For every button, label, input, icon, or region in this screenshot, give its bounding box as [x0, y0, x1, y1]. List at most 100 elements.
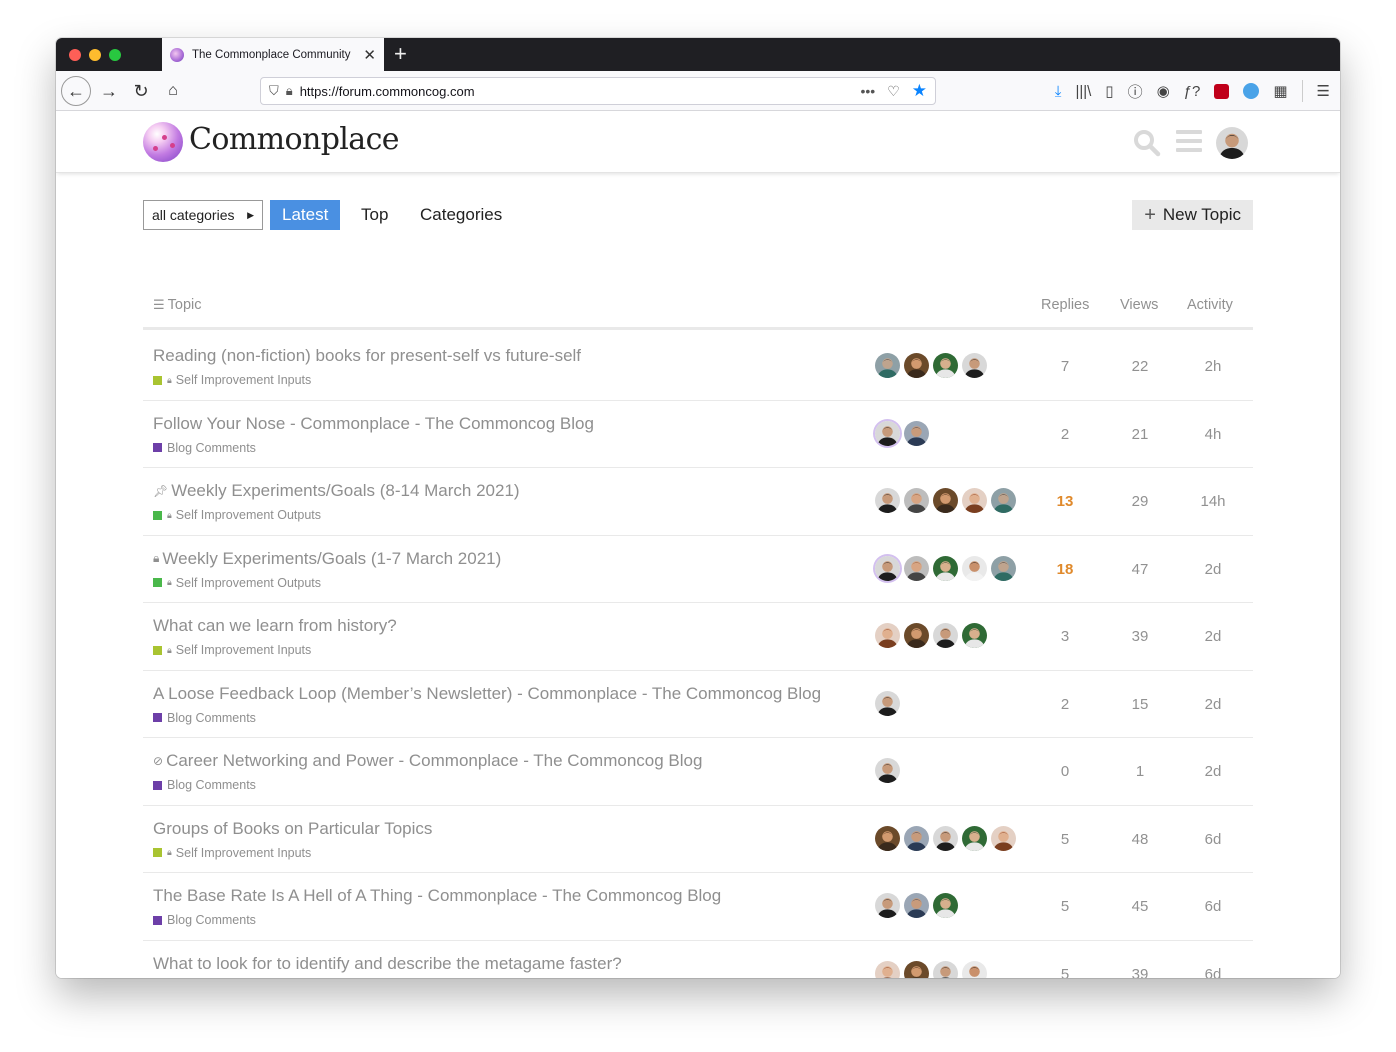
url-text[interactable]: https://forum.commoncog.com: [300, 84, 861, 99]
topic-title-link[interactable]: ⊘ Career Networking and Power - Commonpla…: [153, 751, 702, 771]
activity-time[interactable]: 2d: [1183, 561, 1243, 578]
new-topic-button[interactable]: + New Topic: [1132, 200, 1253, 230]
app-menu-icon[interactable]: ☰: [1317, 82, 1330, 100]
topic-row[interactable]: The Base Rate Is A Hell of A Thing - Com…: [143, 873, 1253, 941]
activity-time[interactable]: 6d: [1183, 831, 1243, 848]
formula-extension-icon[interactable]: ƒ?: [1184, 83, 1201, 100]
downloads-icon[interactable]: ⤓: [1055, 83, 1062, 100]
reply-count[interactable]: 18: [1035, 561, 1095, 578]
topic-title-link[interactable]: 🔒︎ Weekly Experiments/Goals (1-7 March 20…: [153, 549, 501, 569]
poster-avatar[interactable]: [875, 555, 900, 581]
poster-avatar[interactable]: [962, 353, 987, 378]
column-activity[interactable]: Activity: [1187, 297, 1233, 313]
poster-avatar[interactable]: [962, 555, 987, 581]
account-icon[interactable]: ◉: [1157, 82, 1170, 100]
topic-category-badge[interactable]: Blog Comments: [153, 913, 256, 927]
topic-category-badge[interactable]: 🔒︎ Self Improvement Outputs: [153, 576, 321, 590]
commonplace-logo-icon[interactable]: [143, 122, 183, 162]
tab-categories[interactable]: Categories: [408, 200, 514, 230]
topic-category-badge[interactable]: Blog Comments: [153, 441, 256, 455]
poster-avatar[interactable]: [933, 488, 958, 513]
reload-button[interactable]: ↻: [130, 77, 152, 105]
poster-avatar[interactable]: [904, 488, 929, 513]
poster-avatar[interactable]: [933, 825, 958, 851]
pocket-icon[interactable]: ♡: [887, 83, 900, 100]
poster-avatar[interactable]: [933, 623, 958, 648]
poster-avatar[interactable]: [904, 960, 929, 978]
topic-row[interactable]: Follow Your Nose - Commonplace - The Com…: [143, 401, 1253, 468]
reply-count[interactable]: 13: [1035, 493, 1095, 510]
topic-title-link[interactable]: A Loose Feedback Loop (Member’s Newslett…: [153, 684, 821, 704]
topic-row[interactable]: Groups of Books on Particular Topics 🔒︎ Se…: [143, 806, 1253, 873]
tab-latest[interactable]: Latest: [270, 200, 341, 230]
tab-top[interactable]: Top: [349, 200, 400, 230]
poster-avatar[interactable]: [933, 353, 958, 378]
sidebar-icon[interactable]: ▯: [1105, 82, 1113, 100]
activity-time[interactable]: 6d: [1183, 966, 1243, 979]
poster-avatar[interactable]: [904, 555, 929, 581]
close-window-button[interactable]: [69, 49, 81, 61]
browser-tab[interactable]: The Commonplace Community ✕: [162, 38, 384, 71]
back-button[interactable]: ←: [61, 76, 91, 106]
poster-avatar[interactable]: [875, 690, 900, 716]
reply-count[interactable]: 5: [1035, 966, 1095, 979]
reply-count[interactable]: 5: [1035, 831, 1095, 848]
extensions-grid-icon[interactable]: ▦: [1273, 82, 1287, 100]
shield-icon[interactable]: ⛉: [269, 83, 279, 99]
poster-avatar[interactable]: [875, 825, 900, 851]
poster-avatar[interactable]: [991, 488, 1016, 513]
topic-title-link[interactable]: Reading (non-fiction) books for present-…: [153, 346, 581, 366]
activity-time[interactable]: 4h: [1183, 426, 1243, 443]
poster-avatar[interactable]: [904, 353, 929, 378]
poster-avatar[interactable]: [962, 623, 987, 648]
topic-row[interactable]: What to look for to identify and describ…: [143, 941, 1253, 979]
poster-avatar[interactable]: [875, 960, 900, 978]
activity-time[interactable]: 6d: [1183, 898, 1243, 915]
activity-time[interactable]: 2d: [1183, 696, 1243, 713]
extension-info-icon[interactable]: ⓘ: [1128, 81, 1143, 102]
topic-category-badge[interactable]: 🔒︎ Self Improvement Inputs: [153, 643, 311, 657]
poster-avatar[interactable]: [933, 960, 958, 978]
topic-category-badge[interactable]: 🔒︎ Self Improvement Outputs: [153, 508, 321, 522]
reply-count[interactable]: 2: [1035, 696, 1095, 713]
poster-avatar[interactable]: [875, 420, 900, 446]
poster-avatar[interactable]: [933, 555, 958, 581]
poster-avatar[interactable]: [991, 555, 1016, 581]
topic-row[interactable]: What can we learn from history? 🔒︎ Self Im…: [143, 603, 1253, 671]
poster-avatar[interactable]: [904, 825, 929, 851]
page-actions-icon[interactable]: •••: [860, 83, 875, 99]
topic-category-badge[interactable]: Blog Comments: [153, 711, 256, 725]
forward-button[interactable]: →: [98, 77, 120, 105]
topic-category-badge[interactable]: Blog Comments: [153, 778, 256, 792]
reply-count[interactable]: 3: [1035, 628, 1095, 645]
column-replies[interactable]: Replies: [1041, 297, 1089, 313]
poster-avatar[interactable]: [875, 353, 900, 378]
url-bar[interactable]: ⛉ 🔒︎ https://forum.commoncog.com ••• ♡ ★: [260, 77, 936, 105]
topic-title-link[interactable]: Follow Your Nose - Commonplace - The Com…: [153, 414, 594, 434]
reply-count[interactable]: 5: [1035, 898, 1095, 915]
column-views[interactable]: Views: [1120, 297, 1158, 313]
topic-title-link[interactable]: Groups of Books on Particular Topics: [153, 819, 432, 839]
library-icon[interactable]: |||\: [1075, 83, 1091, 100]
topic-category-badge[interactable]: 🔒︎ Self Improvement Inputs: [153, 846, 311, 860]
column-topic[interactable]: ☰ Topic: [153, 297, 202, 313]
poster-avatar[interactable]: [875, 623, 900, 648]
hamburger-menu-icon[interactable]: [1176, 130, 1202, 154]
topic-row[interactable]: ⊘ Career Networking and Power - Commonpla…: [143, 738, 1253, 806]
poster-avatar[interactable]: [875, 758, 900, 783]
topic-row[interactable]: Reading (non-fiction) books for present-…: [143, 333, 1253, 401]
poster-avatar[interactable]: [933, 893, 958, 918]
reply-count[interactable]: 0: [1035, 763, 1095, 780]
user-avatar[interactable]: [1216, 127, 1248, 159]
poster-avatar[interactable]: [904, 893, 929, 918]
search-icon[interactable]: [1133, 129, 1161, 164]
bookmark-star-icon[interactable]: ★: [912, 81, 927, 101]
close-tab-icon[interactable]: ✕: [363, 46, 376, 64]
topic-row[interactable]: 📌︎ Weekly Experiments/Goals (8-14 March 2…: [143, 468, 1253, 536]
activity-time[interactable]: 2h: [1183, 358, 1243, 375]
minimize-window-button[interactable]: [89, 49, 101, 61]
activity-time[interactable]: 2d: [1183, 628, 1243, 645]
topic-title-link[interactable]: What to look for to identify and describ…: [153, 954, 622, 974]
ublock-icon[interactable]: [1214, 83, 1230, 99]
new-tab-button[interactable]: +: [394, 41, 407, 67]
